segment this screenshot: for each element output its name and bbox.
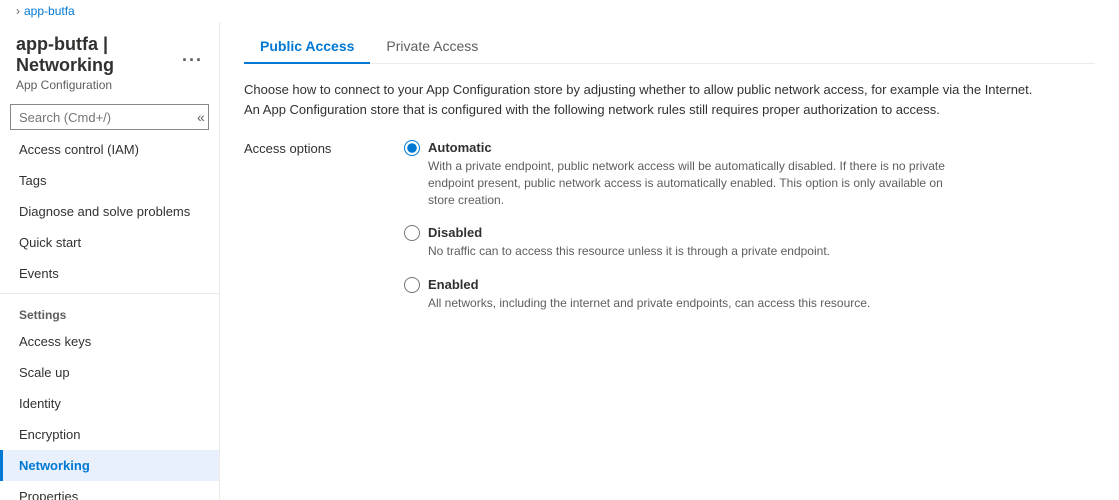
sidebar-divider xyxy=(0,293,219,294)
radio-label-row-disabled: Disabled xyxy=(404,224,948,241)
sidebar-ellipsis[interactable]: ... xyxy=(182,45,203,66)
collapse-sidebar-button[interactable]: « xyxy=(195,109,207,125)
breadcrumb-link[interactable]: app-butfa xyxy=(24,4,75,18)
radio-desc-enabled: All networks, including the internet and… xyxy=(428,295,948,312)
tab-private-access[interactable]: Private Access xyxy=(370,30,494,64)
sidebar-item-access-control[interactable]: Access control (IAM) xyxy=(0,134,219,165)
sidebar-item-tags[interactable]: Tags xyxy=(0,165,219,196)
description-text: Choose how to connect to your App Config… xyxy=(244,80,1044,119)
sidebar-header: app-butfa | Networking ... App Configura… xyxy=(0,22,219,96)
sidebar-section-settings: Settings xyxy=(0,298,219,326)
radio-disabled[interactable] xyxy=(404,225,420,241)
radio-label-row-enabled: Enabled xyxy=(404,276,948,293)
radio-label-automatic: Automatic xyxy=(428,140,492,155)
access-options-label: Access options xyxy=(244,139,364,156)
sidebar-title: app-butfa | Networking ... xyxy=(16,34,203,76)
radio-option-enabled: Enabled All networks, including the inte… xyxy=(404,276,948,312)
radio-label-row-automatic: Automatic xyxy=(404,139,948,156)
radio-options-group: Automatic With a private endpoint, publi… xyxy=(404,139,948,312)
radio-label-disabled: Disabled xyxy=(428,225,482,240)
radio-option-automatic: Automatic With a private endpoint, publi… xyxy=(404,139,948,208)
access-options-row: Access options Automatic With a private … xyxy=(244,139,1095,312)
sidebar-item-scale-up[interactable]: Scale up xyxy=(0,357,219,388)
sidebar-item-encryption[interactable]: Encryption xyxy=(0,419,219,450)
radio-desc-automatic: With a private endpoint, public network … xyxy=(428,158,948,208)
radio-automatic[interactable] xyxy=(404,140,420,156)
radio-label-enabled: Enabled xyxy=(428,277,479,292)
sidebar-nav: Access control (IAM) Tags Diagnose and s… xyxy=(0,134,219,500)
sidebar-item-quick-start[interactable]: Quick start xyxy=(0,227,219,258)
tab-public-access[interactable]: Public Access xyxy=(244,30,370,64)
chevron-right-icon: › xyxy=(16,4,20,18)
sidebar-item-identity[interactable]: Identity xyxy=(0,388,219,419)
radio-enabled[interactable] xyxy=(404,277,420,293)
search-box[interactable]: « xyxy=(10,104,209,130)
sidebar-item-events[interactable]: Events xyxy=(0,258,219,289)
sidebar-item-access-keys[interactable]: Access keys xyxy=(0,326,219,357)
search-input[interactable] xyxy=(19,110,195,125)
sidebar-item-properties[interactable]: Properties xyxy=(0,481,219,500)
sidebar-subtitle: App Configuration xyxy=(16,78,203,92)
tabs-bar: Public Access Private Access xyxy=(244,22,1095,64)
breadcrumb: › app-butfa xyxy=(0,0,1119,22)
main-content: Public Access Private Access Choose how … xyxy=(220,22,1119,500)
radio-option-disabled: Disabled No traffic can to access this r… xyxy=(404,224,948,260)
sidebar: app-butfa | Networking ... App Configura… xyxy=(0,22,220,500)
sidebar-item-networking[interactable]: Networking xyxy=(0,450,219,481)
radio-desc-disabled: No traffic can to access this resource u… xyxy=(428,243,948,260)
sidebar-item-diagnose[interactable]: Diagnose and solve problems xyxy=(0,196,219,227)
